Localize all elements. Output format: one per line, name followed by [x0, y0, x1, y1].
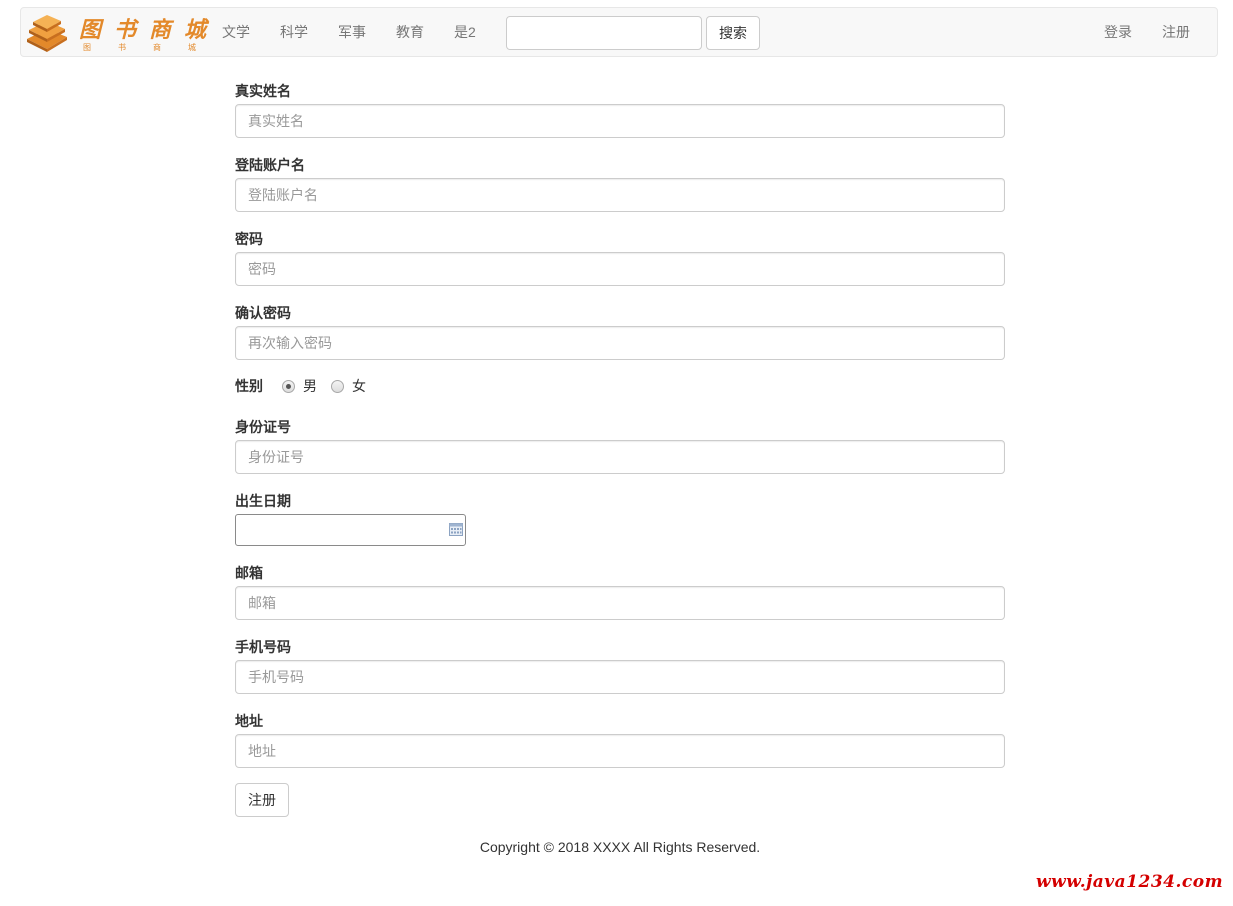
address-label: 地址 [235, 713, 263, 729]
nav-item-military[interactable]: 军事 [338, 8, 366, 56]
gender-label: 性别 [235, 378, 263, 394]
register-submit-button[interactable]: 注册 [235, 783, 289, 817]
username-field[interactable] [235, 178, 1005, 212]
logo-subchar: 图 [83, 43, 91, 52]
id-number-field[interactable] [235, 440, 1005, 474]
logo-subchar: 城 [188, 43, 196, 52]
confirm-password-field[interactable] [235, 326, 1005, 360]
calendar-icon[interactable] [449, 523, 463, 536]
nav-item-other[interactable]: 是2 [454, 8, 476, 56]
logo-char: 书 [113, 17, 136, 43]
footer-copyright: Copyright © 2018 XXXX All Rights Reserve… [479, 839, 761, 855]
id-number-label: 身份证号 [235, 419, 291, 435]
logo-char: 图 [78, 17, 101, 43]
gender-group: 性别 男 女 [235, 376, 366, 396]
email-field[interactable] [235, 586, 1005, 620]
gender-radio-male[interactable] [282, 379, 295, 393]
logo-subchar: 商 [153, 43, 161, 52]
password-label: 密码 [235, 231, 263, 247]
real-name-label: 真实姓名 [235, 83, 291, 99]
register-link[interactable]: 注册 [1162, 8, 1190, 56]
gender-option-male-label: 男 [303, 378, 317, 394]
birth-date-label: 出生日期 [235, 493, 291, 509]
logo-char: 城 [183, 17, 206, 43]
gender-option-female-label: 女 [352, 378, 366, 394]
watermark: www.java1234.com [1036, 872, 1224, 892]
logo-text: 图 书 商 城 [77, 12, 208, 44]
address-field[interactable] [235, 734, 1005, 768]
search-button[interactable]: 搜索 [706, 16, 760, 50]
gender-radio-female[interactable] [331, 379, 344, 393]
password-field[interactable] [235, 252, 1005, 286]
top-navbar: 图 书 商 城 图 书 商 城 文学 科学 军事 教育 是2 搜索 登录 注册 [20, 7, 1218, 57]
logo-subtext: 图 书 商 城 [81, 42, 198, 53]
login-link[interactable]: 登录 [1104, 8, 1132, 56]
nav-item-education[interactable]: 教育 [396, 8, 424, 56]
brand-logo[interactable]: 图 书 商 城 图 书 商 城 [25, 10, 208, 56]
phone-field[interactable] [235, 660, 1005, 694]
birth-date-field[interactable] [235, 514, 466, 546]
nav-item-science[interactable]: 科学 [280, 8, 308, 56]
confirm-password-label: 确认密码 [235, 305, 291, 321]
logo-subchar: 书 [118, 43, 126, 52]
logo-char: 商 [148, 17, 171, 43]
nav-item-literature[interactable]: 文学 [222, 8, 250, 56]
phone-label: 手机号码 [235, 639, 291, 655]
search-input[interactable] [506, 16, 702, 50]
username-label: 登陆账户名 [235, 157, 305, 173]
email-label: 邮箱 [235, 565, 263, 581]
book-stack-icon [27, 15, 67, 52]
real-name-field[interactable] [235, 104, 1005, 138]
